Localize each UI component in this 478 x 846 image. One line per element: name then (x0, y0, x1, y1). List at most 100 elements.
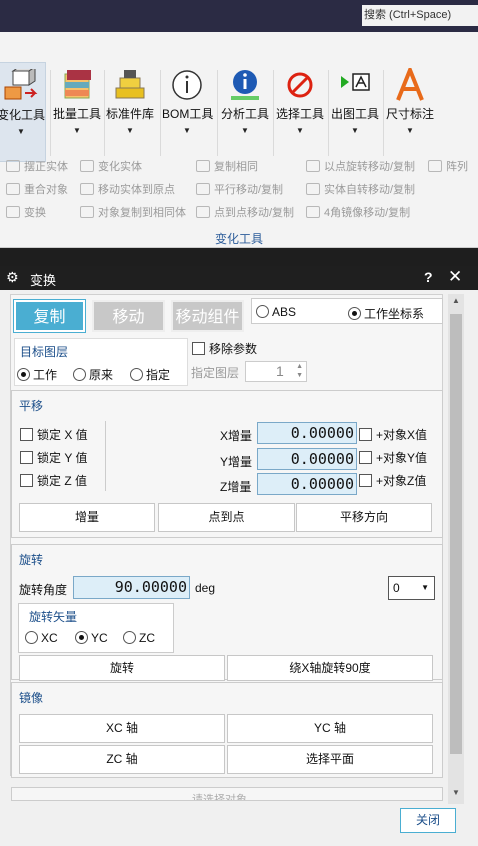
y-increment-label: Y增量 (220, 455, 253, 469)
cmd-transform-solid[interactable]: 变化实体 (80, 160, 142, 174)
radio-label: YC (91, 631, 108, 645)
translate-title: 平移 (19, 399, 44, 413)
cmd-label: 以点旋转移动/复制 (324, 161, 416, 173)
ribbon: 变化工具 ▼ 批量工具 ▼ 标准件库 ▼ BOM工具 ▼ 分析工具 ▼ 选择工具 (0, 32, 478, 248)
translate-direction-button[interactable]: 平移方向 (296, 503, 432, 532)
lock-y-checkbox[interactable]: 锁定 Y 值 (20, 449, 87, 466)
select-plane-button[interactable]: 选择平面 (227, 745, 433, 774)
dialog-titlebar[interactable]: ⚙ 变换 ? ✕ (0, 266, 478, 290)
mirror-title: 镜像 (19, 691, 44, 705)
lock-z-checkbox[interactable]: 锁定 Z 值 (20, 472, 87, 489)
cmd-point-to-point[interactable]: 点到点移动/复制 (196, 206, 294, 220)
increment-button[interactable]: 增量 (19, 503, 155, 532)
cmd-copy-same[interactable]: 复制相同 (196, 160, 258, 174)
specify-layer-value: 1 (276, 363, 284, 379)
scroll-up-icon[interactable]: ▲ (452, 296, 460, 305)
tool-bom[interactable]: BOM工具 ▼ (162, 62, 214, 162)
cmd-parallel-move[interactable]: 平行移动/复制 (196, 183, 283, 197)
layer-specify-radio[interactable]: 指定 (130, 366, 170, 383)
tool-drawing[interactable]: 出图工具 ▼ (330, 62, 380, 162)
tool-select[interactable]: 选择工具 ▼ (275, 62, 325, 162)
search-input[interactable]: 搜索 (Ctrl+Space) (362, 5, 478, 26)
checkbox-icon (192, 342, 205, 355)
layer-original-radio[interactable]: 原来 (73, 366, 113, 383)
rotate-vector-title: 旋转矢量 (29, 610, 78, 624)
lock-label: 锁定 X 值 (37, 428, 88, 442)
transform-dialog: ⚙ 变换 ? ✕ 复制 移动 移动组件 ABS 工作坐标系 目标图层 工作 原来… (0, 266, 478, 846)
radio-label: 原来 (89, 368, 114, 382)
obj-x-checkbox[interactable]: +对象X值 (359, 426, 427, 443)
cmd-label: 移动实体到原点 (98, 184, 175, 196)
tool-label: BOM工具 (162, 107, 214, 121)
radio-label: ZC (139, 631, 155, 645)
scrollbar-thumb[interactable] (450, 314, 462, 754)
obj-y-checkbox[interactable]: +对象Y值 (359, 449, 427, 466)
mirror-yc-button[interactable]: YC 轴 (227, 714, 433, 743)
spinner-arrows-icon[interactable]: ▲ ▼ (296, 362, 303, 380)
cmd-rotate-point[interactable]: 以点旋转移动/复制 (306, 160, 415, 174)
tool-transform[interactable]: 变化工具 ▼ (0, 62, 46, 162)
rotate-angle-input[interactable]: 90.00000 (73, 576, 190, 599)
chevron-down-icon: ▼ (17, 127, 25, 136)
mirror-icon (306, 206, 320, 218)
mirror-xc-button[interactable]: XC 轴 (19, 714, 225, 743)
obj-label: +对象Y值 (376, 451, 428, 465)
tool-label: 批量工具 (52, 107, 101, 121)
divider (383, 70, 384, 156)
mode-move-button[interactable]: 移动 (92, 300, 165, 332)
tool-dimension[interactable]: 尺寸标注 ▼ (385, 62, 435, 162)
specify-layer-label: 指定图层 (191, 366, 240, 380)
lock-label: 锁定 Y 值 (37, 451, 88, 465)
remove-params-checkbox[interactable]: 移除参数 (192, 340, 257, 357)
specify-layer-spinner[interactable]: 1 ▲ ▼ (245, 361, 307, 382)
close-icon[interactable]: ✕ (448, 267, 462, 287)
radio-icon (25, 631, 38, 644)
tool-analysis[interactable]: 分析工具 ▼ (220, 62, 270, 162)
target-layer-group: 目标图层 工作 原来 指定 (14, 338, 188, 386)
z-increment-input[interactable]: 0.00000 (257, 473, 357, 495)
cmd-move-origin[interactable]: 移动实体到原点 (80, 183, 175, 197)
overlap-icon (6, 183, 20, 195)
mode-move-component-button[interactable]: 移动组件 (171, 300, 244, 332)
tool-batch[interactable]: 批量工具 ▼ (52, 62, 102, 162)
chevron-down-icon: ▼ (351, 126, 359, 135)
checkbox-icon (359, 451, 372, 464)
cmd-mirror[interactable]: 4角镜像移动/复制 (306, 206, 410, 220)
mode-copy-button[interactable]: 复制 (13, 299, 86, 333)
move-origin-icon (80, 183, 94, 195)
vector-xc-radio[interactable]: XC (25, 631, 58, 645)
rotate-x-90-button[interactable]: 绕X轴旋转90度 (227, 655, 433, 681)
mirror-zc-button[interactable]: ZC 轴 (19, 745, 225, 774)
layer-work-radio[interactable]: 工作 (17, 366, 57, 383)
cmd-self-rotate[interactable]: 实体自转移动/复制 (306, 183, 415, 197)
cmd-overlap[interactable]: 重合对象 (6, 183, 68, 197)
cmd-align-solid[interactable]: 摆正实体 (6, 160, 68, 174)
close-button[interactable]: 关闭 (400, 808, 456, 833)
vector-yc-radio[interactable]: YC (75, 631, 108, 645)
x-increment-input[interactable]: 0.00000 (257, 422, 357, 444)
rotate-dropdown[interactable]: 0 ▼ (388, 576, 435, 600)
coord-abs-radio[interactable]: ABS (256, 305, 296, 319)
rotate-button[interactable]: 旋转 (19, 655, 225, 681)
chevron-down-icon: ▼ (73, 126, 81, 135)
y-increment-input[interactable]: 0.00000 (257, 448, 357, 470)
radio-icon (256, 305, 269, 318)
cmd-copy-to-body[interactable]: 对象复制到相同体 (80, 206, 186, 220)
point-to-point-button[interactable]: 点到点 (158, 503, 295, 532)
tool-standard-parts[interactable]: 标准件库 ▼ (105, 62, 155, 162)
cmd-array[interactable]: 阵列 (428, 160, 468, 174)
dialog-scrollbar[interactable]: ▲ ▼ (448, 294, 464, 804)
lock-x-checkbox[interactable]: 锁定 X 值 (20, 426, 88, 443)
checkbox-icon (359, 428, 372, 441)
vector-zc-radio[interactable]: ZC (123, 631, 155, 645)
gear-icon[interactable]: ⚙ (6, 269, 19, 286)
coord-work-radio[interactable]: 工作坐标系 (348, 305, 424, 322)
array-icon (428, 160, 442, 172)
x-increment-label: X增量 (220, 429, 253, 443)
cmd-transform[interactable]: 变换 (6, 206, 46, 220)
transform-small-icon (6, 206, 20, 218)
help-icon[interactable]: ? (424, 269, 433, 285)
scroll-down-icon[interactable]: ▼ (452, 788, 460, 797)
obj-z-checkbox[interactable]: +对象Z值 (359, 472, 426, 489)
cmd-label: 复制相同 (214, 161, 258, 173)
